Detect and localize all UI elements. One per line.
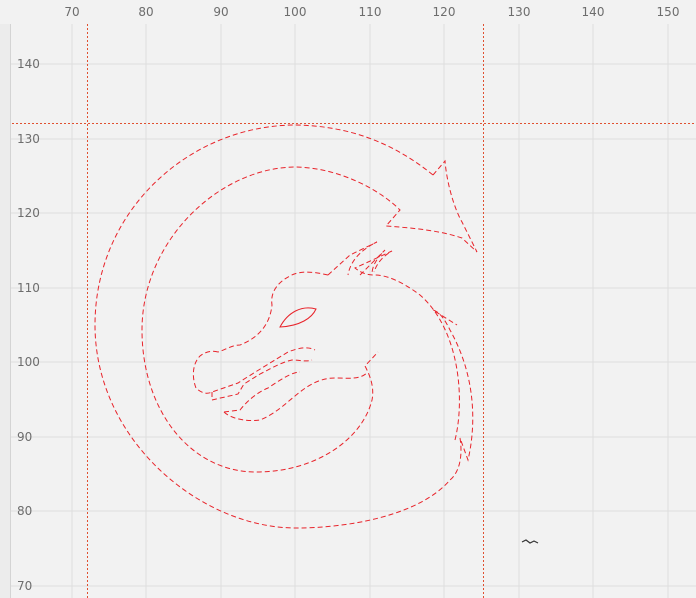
dragon-eye[interactable] <box>279 307 317 328</box>
y-tick-label: 140 <box>17 57 40 71</box>
outer-ring-path[interactable] <box>141 159 478 473</box>
dragon-logo[interactable] <box>94 124 478 529</box>
mouth-line[interactable] <box>223 371 301 413</box>
y-tick-label: 130 <box>17 132 40 146</box>
x-tick-label: 70 <box>64 5 80 19</box>
y-tick-label: 120 <box>17 206 40 220</box>
snout[interactable] <box>192 347 316 394</box>
x-tick-label: 120 <box>432 5 456 19</box>
grid <box>0 0 696 598</box>
guides[interactable] <box>0 0 696 598</box>
x-tick-label: 150 <box>656 5 680 19</box>
x-tick-label: 110 <box>358 5 382 19</box>
y-tick-label: 110 <box>17 281 40 295</box>
x-tick-label: 140 <box>581 5 605 19</box>
ruler-top: 70 80 90 100 110 120 130 140 150 <box>0 0 696 24</box>
y-tick-label: 80 <box>17 504 33 518</box>
cursor-icon <box>521 539 539 544</box>
jaw-bottom[interactable] <box>223 371 369 421</box>
x-tick-label: 80 <box>138 5 154 19</box>
y-tick-label: 70 <box>17 579 33 593</box>
design-canvas[interactable]: 70 80 90 100 110 120 130 140 150 140 130… <box>0 0 696 598</box>
head-top[interactable] <box>217 271 329 353</box>
x-tick-label: 90 <box>213 5 229 19</box>
horn-right[interactable] <box>359 249 386 276</box>
y-tick-label: 90 <box>17 430 33 444</box>
y-tick-label: 100 <box>17 355 40 369</box>
ruler-left-strip <box>0 0 11 598</box>
x-tick-label: 100 <box>283 5 307 19</box>
canvas-svg <box>0 0 696 598</box>
x-tick-label: 130 <box>507 5 531 19</box>
